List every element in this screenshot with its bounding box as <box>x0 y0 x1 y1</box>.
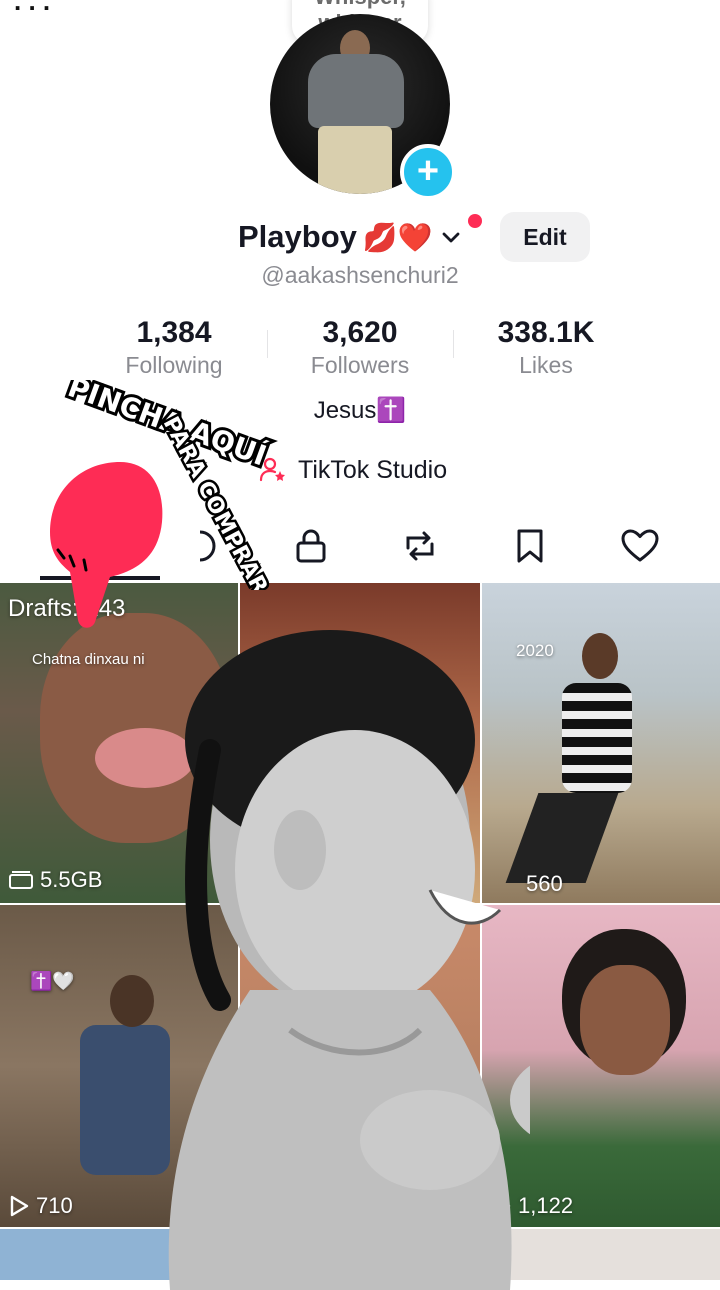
lock-icon[interactable] <box>291 526 331 566</box>
stat-value: 338.1K <box>497 316 595 349</box>
repost-icon[interactable] <box>400 526 440 566</box>
stat-label: Followers <box>310 352 410 378</box>
video-caption-emoji: ✝️🤍 <box>30 971 75 991</box>
status-fragment-left: . . . <box>14 0 51 16</box>
add-story-button[interactable]: + <box>400 144 456 200</box>
stat-value: 3,620 <box>322 316 398 349</box>
chevron-down-icon[interactable] <box>439 225 463 249</box>
view-count: 560 <box>526 871 563 897</box>
profile-handle: @aakashsenchuri2 <box>261 262 459 288</box>
stat-likes[interactable]: 338.1K Likes <box>456 316 636 379</box>
tiktok-studio-link[interactable]: TikTok Studio <box>258 455 447 485</box>
folder-icon <box>9 871 33 889</box>
plus-icon: + <box>416 150 440 192</box>
stat-label: Following <box>125 352 223 378</box>
heart-icon[interactable] <box>620 526 660 566</box>
laughing-baby-sticker <box>168 630 530 1290</box>
stat-divider <box>453 330 454 358</box>
profile-name: Playboy <box>238 219 357 254</box>
pointing-hand-icon <box>50 462 163 628</box>
stat-divider <box>267 330 268 358</box>
notification-dot <box>468 214 482 228</box>
stat-following[interactable]: 1,384 Following <box>84 316 264 379</box>
profile-name-row[interactable]: Playboy 💋❤️ <box>238 214 463 260</box>
view-count: 710 <box>8 1193 73 1219</box>
video-caption: Chatna dinxau ni <box>32 651 145 668</box>
storage-size: 5.5GB <box>40 867 103 892</box>
stat-value: 1,384 <box>136 316 212 349</box>
view-count-value: 710 <box>36 1193 73 1218</box>
bookmark-icon[interactable] <box>510 526 550 566</box>
edit-profile-button[interactable]: Edit <box>500 212 590 262</box>
tiktok-studio-label: TikTok Studio <box>298 455 448 484</box>
name-emojis: 💋❤️ <box>362 221 433 253</box>
stat-label: Likes <box>519 352 573 378</box>
play-icon <box>10 1195 29 1217</box>
view-count-value: 560 <box>526 871 563 896</box>
video-meta: 5.5GB <box>8 867 102 893</box>
stat-followers[interactable]: 3,620 Followers <box>270 316 450 379</box>
